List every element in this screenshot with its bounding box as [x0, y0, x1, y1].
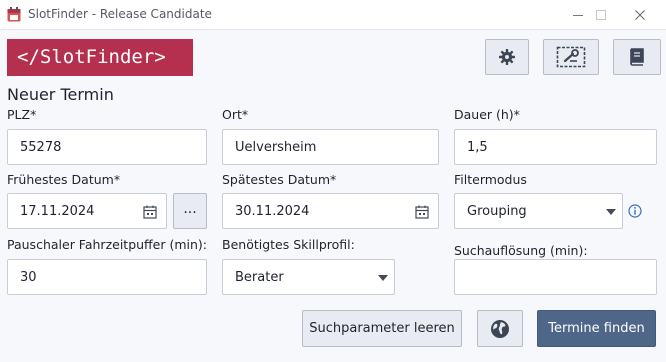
gear-icon	[499, 49, 515, 65]
suchaufloesung-label: Suchauflösung (min):	[454, 243, 588, 258]
app-logo: </SlotFinder>	[7, 39, 193, 76]
close-icon	[635, 10, 645, 20]
map-button[interactable]	[477, 310, 523, 347]
fruehestes-datum-label: Frühestes Datum*	[7, 172, 121, 187]
calendar-icon[interactable]	[142, 204, 158, 220]
skillprofil-value: Berater	[235, 270, 284, 285]
wrench-ticket-icon	[556, 46, 586, 68]
plz-value: 55278	[20, 140, 62, 155]
spaetestes-datum-value: 30.11.2024	[235, 204, 310, 219]
fahrzeitpuffer-value: 30	[20, 270, 37, 285]
ort-value: Uelversheim	[235, 140, 317, 155]
fahrzeitpuffer-label: Pauschaler Fahrzeitpuffer (min):	[7, 237, 207, 252]
section-title: Neuer Termin	[7, 85, 114, 104]
chevron-down-icon	[378, 275, 388, 281]
calendar-icon[interactable]	[414, 204, 430, 220]
filtermodus-label: Filtermodus	[454, 172, 527, 187]
fruehestes-datum-value: 17.11.2024	[20, 204, 95, 219]
fahrzeitpuffer-field[interactable]: 30	[7, 259, 207, 295]
spaetestes-datum-label: Spätestes Datum*	[222, 172, 337, 187]
date-options-button[interactable]: ...	[173, 193, 207, 229]
settings-button[interactable]	[485, 39, 529, 75]
maximize-icon	[596, 10, 606, 20]
info-icon[interactable]	[628, 204, 642, 218]
ort-label: Ort*	[222, 107, 249, 122]
skillprofil-select[interactable]: Berater	[222, 259, 395, 295]
dauer-field[interactable]: 1,5	[454, 129, 657, 165]
book-icon	[630, 48, 644, 66]
fruehestes-datum-picker[interactable]: 17.11.2024	[7, 193, 167, 229]
close-button[interactable]	[617, 0, 663, 30]
spaetestes-datum-picker[interactable]: 30.11.2024	[222, 193, 439, 229]
ort-field[interactable]: Uelversheim	[222, 129, 439, 165]
suchaufloesung-field[interactable]	[454, 259, 657, 295]
tools-button[interactable]	[543, 39, 599, 75]
title-bar: SlotFinder - Release Candidate	[0, 0, 666, 30]
dauer-label: Dauer (h)*	[454, 107, 520, 122]
window-title: SlotFinder - Release Candidate	[28, 7, 212, 21]
plz-label: PLZ*	[7, 107, 37, 122]
chevron-down-icon	[606, 209, 616, 215]
plz-field[interactable]: 55278	[7, 129, 207, 165]
filtermodus-value: Grouping	[467, 204, 527, 219]
skillprofil-label: Benötigtes Skillprofil:	[222, 237, 355, 252]
documentation-button[interactable]	[613, 39, 661, 75]
find-appointments-button[interactable]: Termine finden	[537, 310, 656, 347]
calendar-app-icon	[7, 7, 21, 22]
globe-icon	[491, 319, 509, 338]
dauer-value: 1,5	[467, 140, 488, 155]
filtermodus-select[interactable]: Grouping	[454, 193, 623, 229]
clear-search-button[interactable]: Suchparameter leeren	[302, 310, 462, 347]
